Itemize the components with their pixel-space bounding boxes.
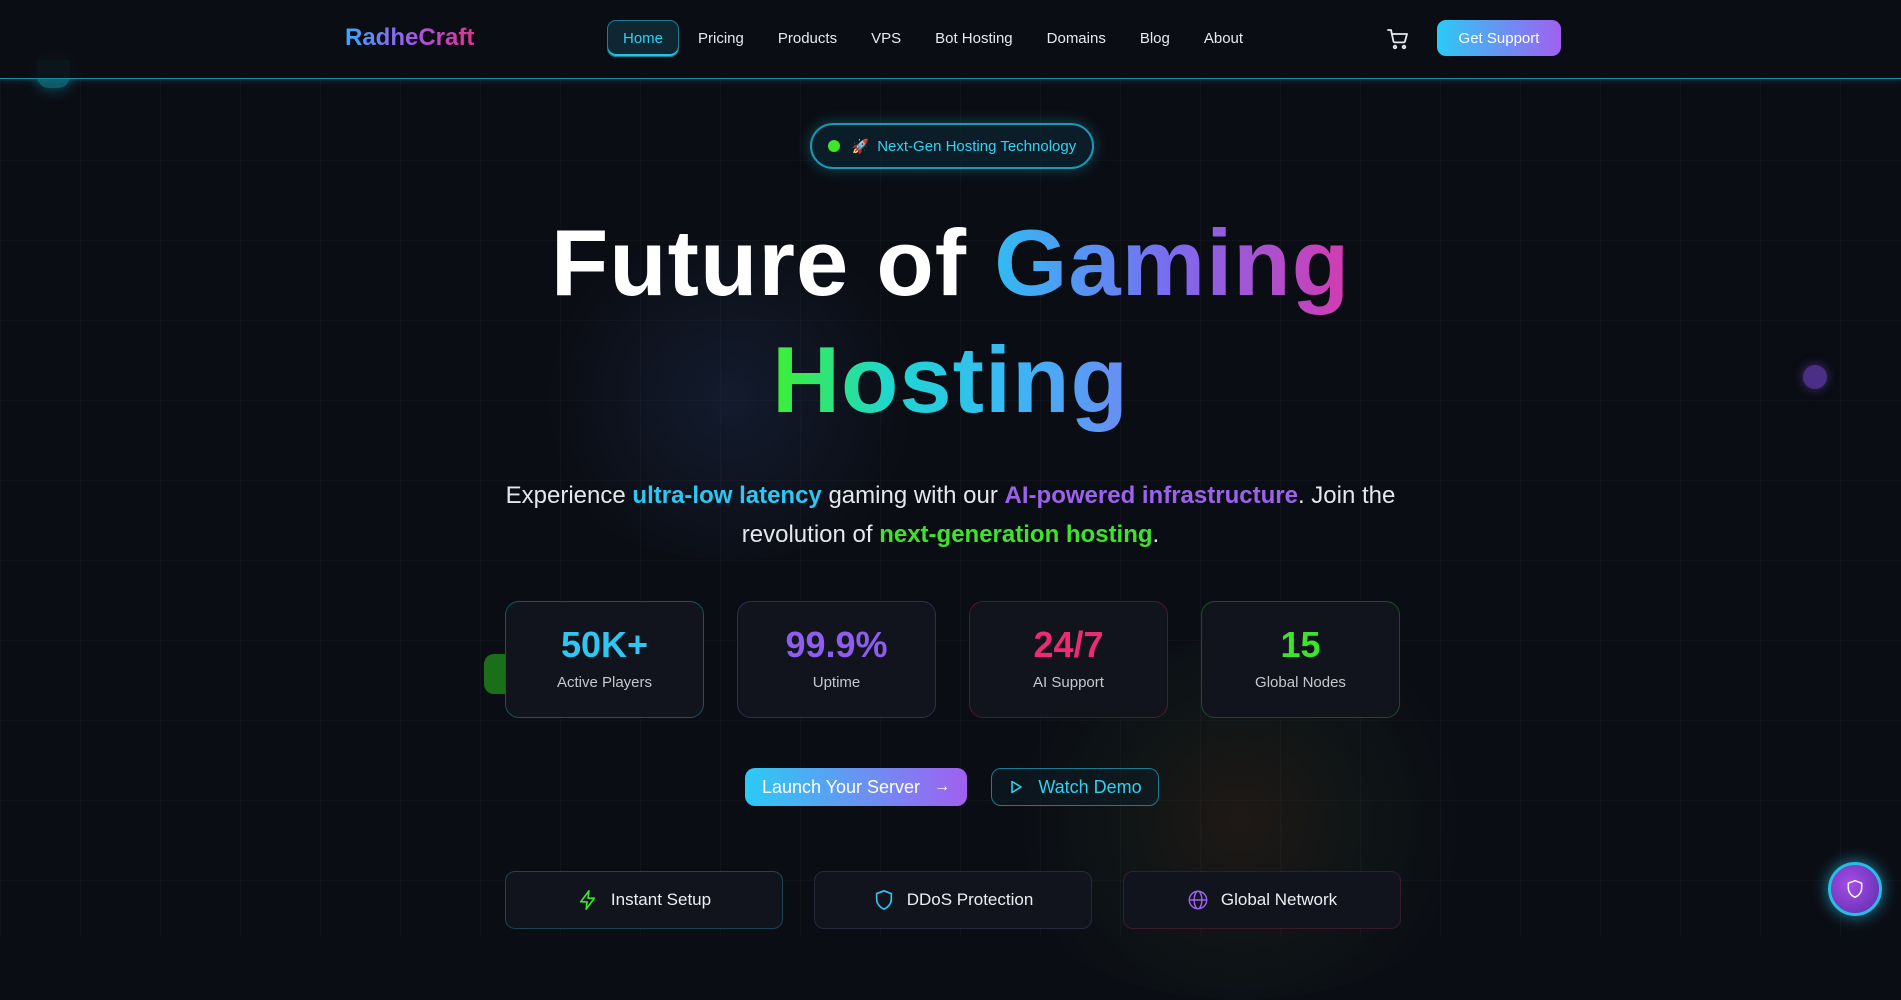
nav-item-vps[interactable]: VPS — [856, 21, 916, 56]
watch-demo-button[interactable]: Watch Demo — [991, 768, 1159, 806]
demo-label: Watch Demo — [1038, 776, 1142, 797]
nav-item-products[interactable]: Products — [763, 21, 852, 56]
subtitle-highlight: AI-powered infrastructure — [1004, 482, 1298, 509]
stat-label: Global Nodes — [1255, 674, 1346, 691]
nav-item-about[interactable]: About — [1189, 21, 1258, 56]
stat-value: 15 — [1280, 624, 1321, 665]
hero-title-white: Future of — [550, 210, 968, 315]
subtitle-text: gaming with our — [821, 482, 1005, 509]
lightning-icon — [579, 890, 596, 910]
stat-value: 50K+ — [560, 624, 649, 665]
stat-value: 24/7 — [1033, 624, 1104, 665]
arrow-right-icon: → — [934, 778, 951, 795]
status-dot — [827, 140, 840, 152]
get-support-button[interactable]: Get Support — [1437, 20, 1561, 56]
stat-card-support: 24/7 AI Support — [969, 601, 1168, 718]
rocket-icon: 🚀 — [851, 137, 870, 154]
security-fab-button[interactable] — [1828, 862, 1882, 916]
hero-title-hosting: Hosting — [772, 327, 1129, 432]
nav-item-domains[interactable]: Domains — [1032, 21, 1121, 56]
feature-instant-setup: Instant Setup — [505, 871, 783, 929]
hero-badge: 🚀 Next-Gen Hosting Technology — [810, 123, 1094, 169]
hero-title-gradient: Gaming — [994, 210, 1351, 315]
brand-logo[interactable]: RadheCraft — [345, 24, 474, 52]
stat-card-nodes: 15 Global Nodes — [1201, 601, 1400, 718]
top-navigation: RadheCraft Home Pricing Products VPS Bot… — [0, 0, 1901, 79]
stat-label: AI Support — [1033, 674, 1104, 691]
subtitle-highlight: next-generation hosting — [879, 521, 1153, 548]
hero-title-line1: Future of Gaming — [0, 213, 1901, 313]
feature-label: Global Network — [1220, 890, 1338, 909]
stat-card-uptime: 99.9% Uptime — [737, 601, 936, 718]
shield-icon — [875, 890, 892, 910]
stat-value: 99.9% — [785, 624, 888, 665]
launch-server-button[interactable]: Launch Your Server → — [745, 768, 967, 806]
cart-icon[interactable] — [1386, 27, 1410, 51]
main-menu: Home Pricing Products VPS Bot Hosting Do… — [607, 20, 1262, 57]
feature-ddos-protection: DDoS Protection — [814, 871, 1092, 929]
stat-label: Uptime — [812, 674, 861, 691]
subtitle-text: Experience — [505, 482, 633, 509]
subtitle-text: . — [1152, 521, 1160, 548]
globe-icon — [1188, 890, 1208, 910]
nav-item-bot-hosting[interactable]: Bot Hosting — [920, 21, 1028, 56]
badge-text: Next-Gen Hosting Technology — [877, 137, 1077, 155]
launch-label: Launch Your Server — [761, 776, 921, 797]
stat-card-players: 50K+ Active Players — [505, 601, 704, 718]
feature-label: DDoS Protection — [906, 890, 1034, 909]
play-icon — [1011, 780, 1023, 794]
nav-item-home[interactable]: Home — [607, 20, 680, 57]
stat-label: Active Players — [556, 674, 653, 691]
subtitle-highlight: ultra-low latency — [632, 482, 822, 509]
nav-item-pricing[interactable]: Pricing — [683, 21, 759, 56]
hero-subtitle: Experience ultra-low latency gaming with… — [490, 476, 1411, 554]
nav-item-blog[interactable]: Blog — [1125, 21, 1185, 56]
feature-global-network: Global Network — [1123, 871, 1401, 929]
feature-label: Instant Setup — [610, 890, 712, 909]
hero-title-line2: Hosting — [0, 330, 1901, 430]
shield-icon — [1847, 879, 1863, 899]
